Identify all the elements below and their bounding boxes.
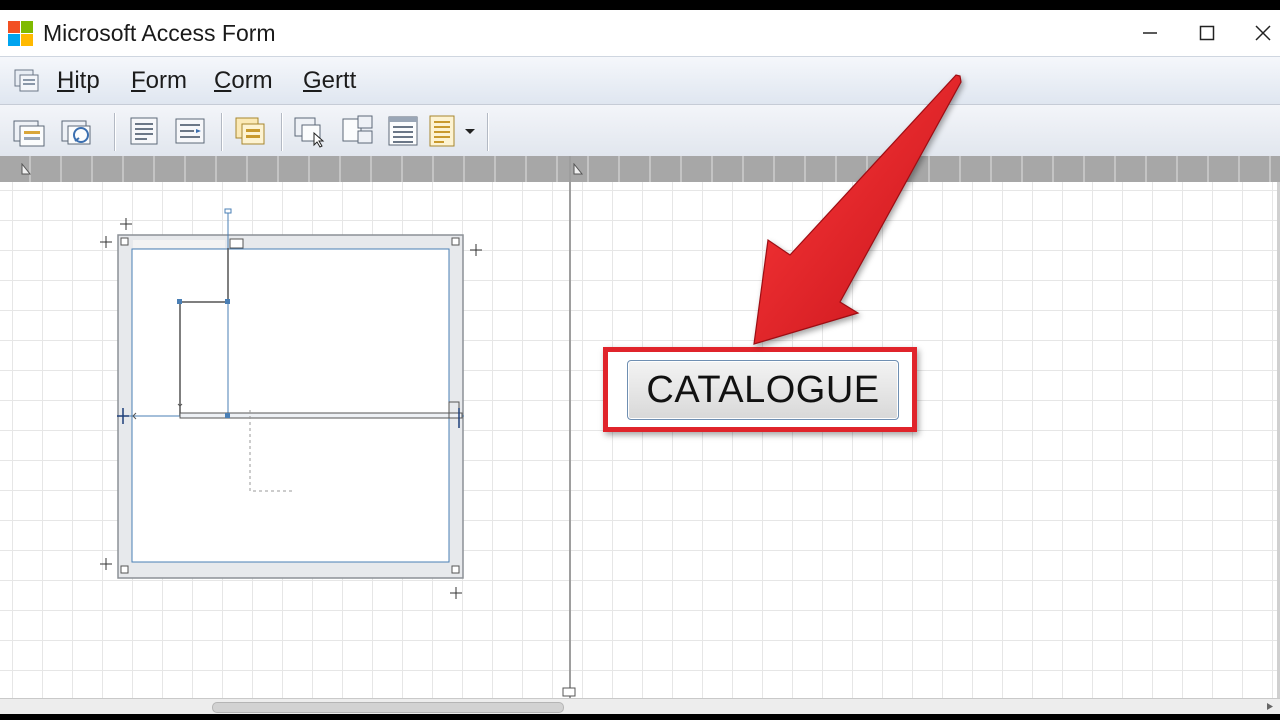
group-icon[interactable] xyxy=(340,113,376,149)
catalogue-button[interactable]: CATALOGUE xyxy=(627,360,899,420)
windows-logo-icon xyxy=(8,21,33,46)
form-icon[interactable] xyxy=(11,113,47,149)
menu-item-hitp[interactable]: Hitp xyxy=(57,67,100,95)
menu-item-gertt[interactable]: Gertt xyxy=(303,67,356,95)
report-icon[interactable] xyxy=(425,113,461,149)
subform-icon[interactable] xyxy=(233,113,269,149)
toolbar-separator xyxy=(281,113,282,151)
list-icon[interactable] xyxy=(385,113,421,149)
close-button[interactable] xyxy=(1243,16,1280,50)
toolbar-separator xyxy=(487,113,488,151)
ruler-marker-icon[interactable] xyxy=(20,163,32,175)
scroll-right-arrow-icon[interactable] xyxy=(1266,702,1274,711)
title-bar: Microsoft Access Form xyxy=(0,10,1280,56)
form-design-grid[interactable] xyxy=(0,182,1280,698)
menu-item-form[interactable]: Form xyxy=(131,67,187,95)
minimize-button[interactable] xyxy=(1130,16,1170,50)
menu-bar: Hitp Form Corm Gertt xyxy=(0,56,1280,105)
menu-item-corm[interactable]: Corm xyxy=(214,67,273,95)
properties-icon[interactable] xyxy=(126,113,162,149)
maximize-button[interactable] xyxy=(1187,16,1227,50)
window-title: Microsoft Access Form xyxy=(43,20,276,46)
toolbar-separator xyxy=(114,113,115,151)
horizontal-ruler xyxy=(0,156,1280,182)
horizontal-scrollbar[interactable] xyxy=(0,698,1280,714)
tab-order-icon[interactable] xyxy=(172,113,208,149)
control-icon[interactable] xyxy=(292,113,328,149)
minimize-icon xyxy=(1143,32,1157,34)
close-icon xyxy=(1255,25,1271,41)
access-window: Microsoft Access Form Hitp Form Corm Ger… xyxy=(0,10,1280,714)
scrollbar-thumb[interactable] xyxy=(212,702,564,713)
ruler-marker-icon[interactable] xyxy=(572,163,584,175)
maximize-icon xyxy=(1199,25,1215,41)
dropdown-arrow-icon[interactable] xyxy=(460,113,480,149)
app-forms-icon[interactable] xyxy=(13,66,43,96)
toolbar xyxy=(0,104,1280,158)
form-wizard-icon[interactable] xyxy=(59,113,95,149)
section-divider[interactable] xyxy=(569,156,571,698)
toolbar-separator xyxy=(221,113,222,151)
